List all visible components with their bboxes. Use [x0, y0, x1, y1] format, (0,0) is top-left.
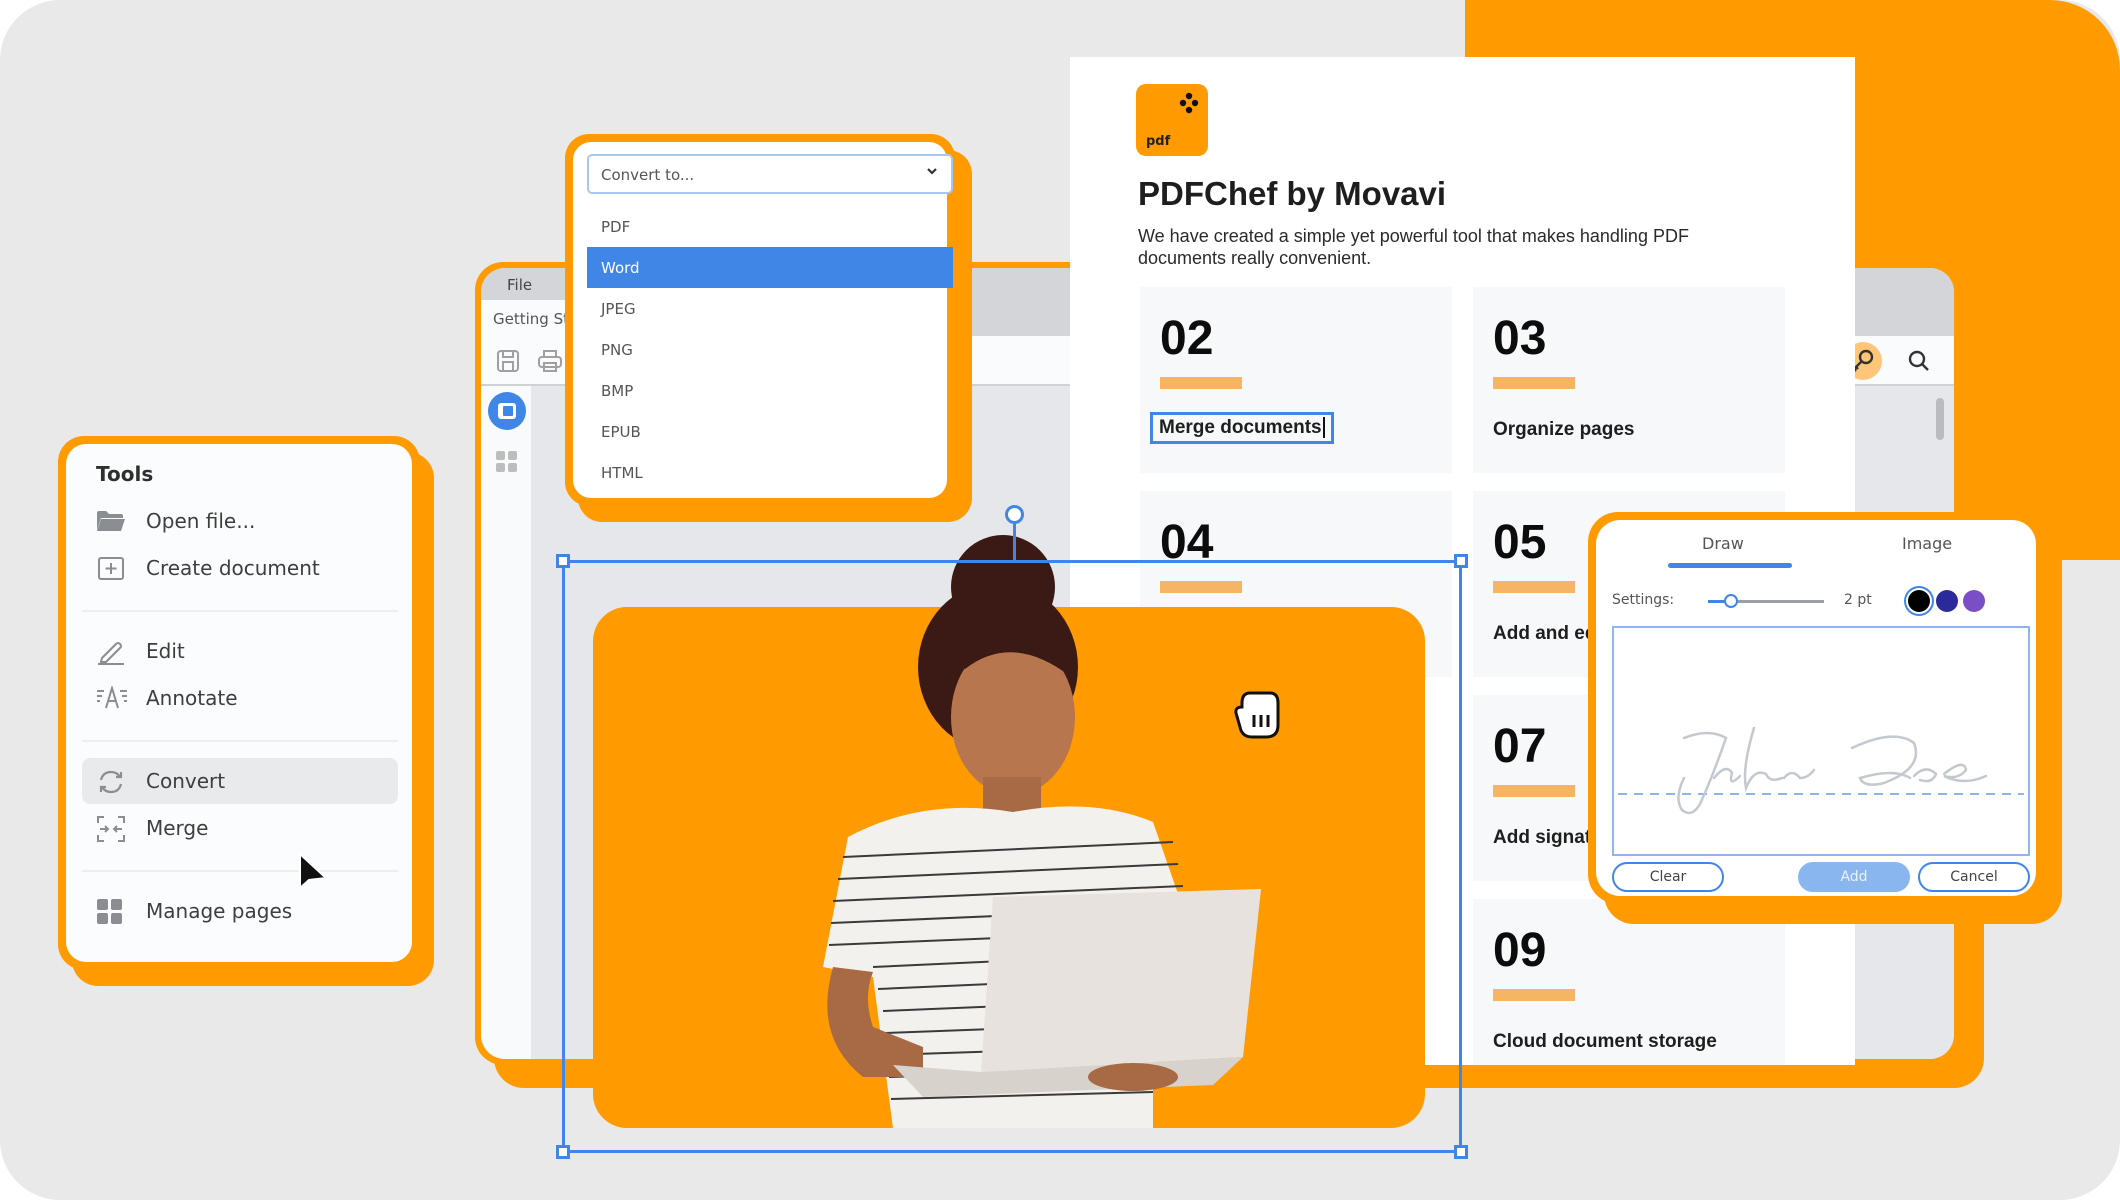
pencil-icon — [96, 639, 126, 665]
grid-icon — [96, 899, 126, 924]
convert-icon — [96, 769, 126, 794]
tool-annotate[interactable]: Annotate — [82, 675, 398, 721]
image-selection-box[interactable] — [556, 554, 1468, 1159]
card-bar — [1493, 581, 1575, 593]
add-button[interactable]: Add — [1798, 862, 1910, 892]
convert-to-select[interactable]: Convert to... — [587, 154, 953, 194]
dropdown-option[interactable]: PDF — [587, 206, 953, 247]
divider — [82, 870, 398, 872]
annotate-icon — [96, 684, 127, 710]
logo-text: pdf — [1146, 134, 1171, 149]
save-icon[interactable] — [495, 348, 521, 374]
rotation-handle-stem — [1013, 524, 1016, 560]
create-document-icon — [96, 556, 126, 580]
thickness-slider[interactable] — [1708, 594, 1824, 608]
card-number: 07 — [1493, 720, 1547, 773]
color-swatch-purple[interactable] — [1963, 590, 1985, 612]
dropdown-option[interactable]: EPUB — [587, 411, 953, 452]
menu-file[interactable]: File — [507, 276, 532, 294]
resize-handle-top-left[interactable] — [556, 554, 570, 568]
dropdown-option[interactable]: BMP — [587, 370, 953, 411]
divider — [82, 740, 398, 742]
pdf-logo: pdf — [1136, 84, 1208, 156]
panel-icon[interactable] — [488, 392, 526, 430]
chevron-down-icon — [927, 168, 937, 175]
tool-convert[interactable]: Convert — [82, 758, 398, 804]
cancel-button[interactable]: Cancel — [1918, 862, 2030, 892]
document-title: PDFChef by Movavi — [1138, 175, 1447, 212]
logo-dots-icon — [1179, 92, 1199, 114]
signature-draw-area[interactable] — [1612, 626, 2030, 856]
feature-card: 02 Merge documents — [1140, 287, 1452, 473]
card-bar — [1493, 377, 1575, 389]
resize-handle-bottom-right[interactable] — [1454, 1145, 1468, 1159]
card-label: Add and ed — [1493, 623, 1597, 644]
card-number: 09 — [1493, 924, 1547, 977]
active-tab-indicator — [1668, 563, 1792, 568]
card-number: 02 — [1160, 312, 1214, 365]
dropdown-option-selected[interactable]: Word — [587, 247, 953, 288]
signature-dialog: Draw Image Settings: 2 pt Clear Add Canc… — [1588, 512, 2044, 904]
card-label-edit-field[interactable]: Merge documents — [1150, 412, 1334, 444]
slider-knob[interactable] — [1724, 594, 1739, 608]
card-label: Add signatu — [1493, 827, 1603, 848]
resize-handle-top-right[interactable] — [1454, 554, 1468, 568]
card-label: Cloud document storage — [1493, 1031, 1717, 1052]
dropdown-option[interactable]: HTML — [587, 452, 953, 493]
merge-icon — [96, 816, 126, 842]
scrollbar-thumb[interactable] — [1936, 398, 1944, 440]
resize-handle-bottom-left[interactable] — [556, 1145, 570, 1159]
tab-draw[interactable]: Draw — [1702, 534, 1744, 553]
rotation-handle[interactable] — [1005, 505, 1024, 524]
feature-card: 03 Organize pages — [1473, 287, 1785, 473]
dropdown-option[interactable]: PNG — [587, 329, 953, 370]
tool-edit[interactable]: Edit — [82, 628, 398, 674]
settings-label: Settings: — [1612, 592, 1675, 608]
tool-open-file[interactable]: Open file... — [82, 498, 398, 544]
card-number: 03 — [1493, 312, 1547, 365]
search-icon[interactable] — [1906, 348, 1932, 374]
color-swatch-navy[interactable] — [1936, 590, 1958, 612]
thickness-value: 2 pt — [1844, 592, 1872, 608]
card-bar — [1493, 989, 1575, 1001]
grid-icon[interactable] — [495, 450, 519, 474]
card-number: 05 — [1493, 516, 1547, 569]
tool-manage-pages[interactable]: Manage pages — [82, 888, 398, 934]
tool-merge[interactable]: Merge — [82, 805, 398, 851]
card-label: Organize pages — [1493, 419, 1635, 440]
canvas: File Getting Started pdf PDFChef by Mova… — [0, 0, 2120, 1200]
folder-icon — [96, 509, 126, 533]
tools-panel: Tools Open file... Create document Edit … — [58, 436, 420, 970]
dropdown-option[interactable]: JPEG — [587, 288, 953, 329]
grab-cursor-icon — [1234, 691, 1280, 739]
divider — [82, 610, 398, 612]
arrow-cursor-icon — [299, 852, 329, 891]
card-bar — [1493, 785, 1575, 797]
tool-create-document[interactable]: Create document — [82, 545, 398, 591]
clear-button[interactable]: Clear — [1612, 862, 1724, 892]
app-sidebar — [481, 386, 533, 1059]
tab-image[interactable]: Image — [1902, 534, 1952, 553]
signature-drawing — [1618, 726, 2024, 815]
color-swatch-black[interactable] — [1908, 590, 1930, 612]
print-icon[interactable] — [537, 348, 563, 374]
convert-dropdown-panel: Convert to... PDF Word JPEG PNG BMP EPUB… — [565, 134, 955, 506]
tools-title: Tools — [96, 462, 154, 486]
document-subtitle: We have created a simple yet powerful to… — [1138, 226, 1689, 268]
card-bar — [1160, 377, 1242, 389]
